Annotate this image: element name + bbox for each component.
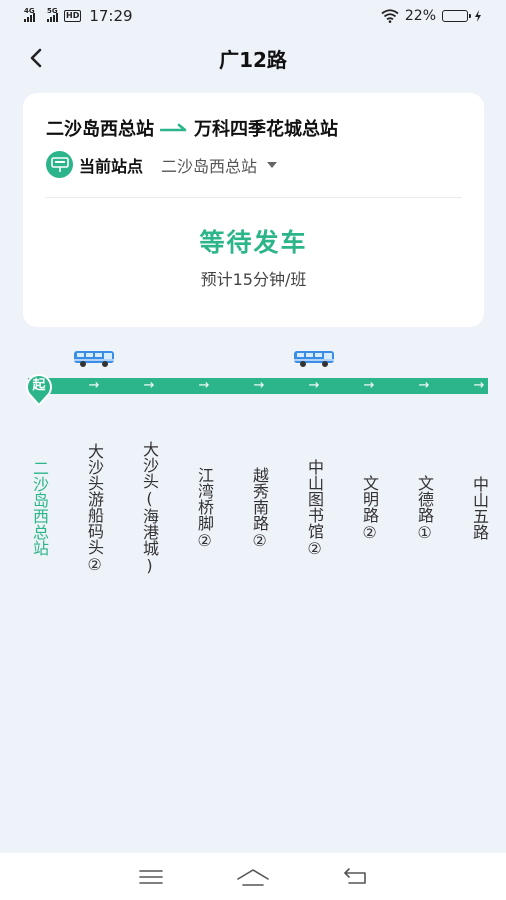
departure-status: 等待发车	[199, 228, 308, 257]
track-arrow-icon: →	[198, 378, 210, 393]
signal-label-1: 4G	[24, 7, 35, 15]
track-arrow-icon: →	[418, 378, 430, 393]
charging-icon	[475, 10, 481, 22]
track-arrow-icon: →	[88, 378, 100, 393]
route-origin: 二沙岛西总站	[46, 119, 154, 140]
departure-interval: 预计15分钟/班	[200, 270, 307, 289]
stop-6[interactable]: 文明路②	[357, 408, 381, 608]
system-nav-bar	[0, 853, 506, 900]
wifi-icon	[381, 9, 399, 23]
page-title: 广12路	[219, 47, 287, 72]
stop-1[interactable]: 大沙头游船码头②	[82, 408, 106, 608]
chevron-left-icon	[30, 48, 42, 68]
current-stop-value: 二沙岛西总站	[161, 156, 258, 176]
battery-icon	[442, 10, 471, 22]
app-header: 广12路	[0, 36, 506, 80]
track-arrow-icon: →	[363, 378, 375, 393]
status-time: 17:29	[89, 7, 133, 25]
route-destination: 万科四季花城总站	[194, 119, 338, 140]
cellular-signal-icon-2: 5G	[47, 7, 58, 22]
bus-stop-icon	[46, 151, 73, 178]
stop-8[interactable]: 中山五路	[467, 408, 491, 608]
stop-0[interactable]: 二沙岛西总站	[27, 408, 51, 608]
return-icon	[344, 867, 366, 884]
status-right: 22%	[381, 8, 482, 24]
start-marker-label: 起	[31, 377, 46, 393]
hd-voice-badge: HD	[64, 10, 82, 22]
track-arrow-icon: →	[143, 378, 155, 393]
track-arrow-icon: →	[308, 378, 320, 393]
signal-label-2: 5G	[47, 7, 58, 15]
bus-icon[interactable]	[73, 350, 115, 368]
stop-4[interactable]: 越秀南路②	[247, 408, 271, 608]
status-bar: 4G 5G HD 17:29 22%	[0, 0, 506, 32]
arrow-right-icon	[160, 123, 187, 132]
cellular-signal-icon: 4G	[24, 7, 35, 22]
current-stop-label: 当前站点	[79, 156, 144, 176]
bus-icon[interactable]	[293, 350, 335, 368]
caret-down-icon	[267, 161, 278, 168]
route-line-diagram[interactable]: 起 二沙岛西总站 大沙头游船码头② → 大沙头(海港城) → 江湾桥脚② → 越秀南路② → 中山…	[0, 340, 506, 610]
track-arrow-icon: →	[473, 378, 485, 393]
stop-5[interactable]: 中山图书馆②	[302, 408, 326, 608]
track-arrow-icon: →	[253, 378, 265, 393]
home-button[interactable]	[235, 863, 271, 891]
status-left: 4G 5G HD 17:29	[24, 7, 133, 25]
route-direction: 二沙岛西总站 万科四季花城总站	[46, 115, 338, 141]
current-stop-row: 当前站点 二沙岛西总站	[46, 151, 278, 178]
card-divider	[45, 197, 462, 198]
stop-2[interactable]: 大沙头(海港城)	[137, 408, 161, 608]
current-stop-selector[interactable]: 二沙岛西总站	[161, 153, 278, 177]
route-info-card: 二沙岛西总站 万科四季花城总站 当前站点 二沙岛西总站 等待发车 预计15分钟/…	[23, 93, 484, 327]
back-nav-button[interactable]	[337, 863, 373, 891]
battery-percent: 22%	[404, 8, 436, 24]
stop-3[interactable]: 江湾桥脚②	[192, 408, 216, 608]
menu-icon	[139, 869, 163, 884]
home-icon	[237, 868, 269, 886]
back-button[interactable]	[22, 44, 50, 72]
start-marker-icon: 起	[26, 374, 52, 406]
stop-7[interactable]: 文德路①	[412, 408, 436, 608]
menu-button[interactable]	[133, 863, 169, 891]
